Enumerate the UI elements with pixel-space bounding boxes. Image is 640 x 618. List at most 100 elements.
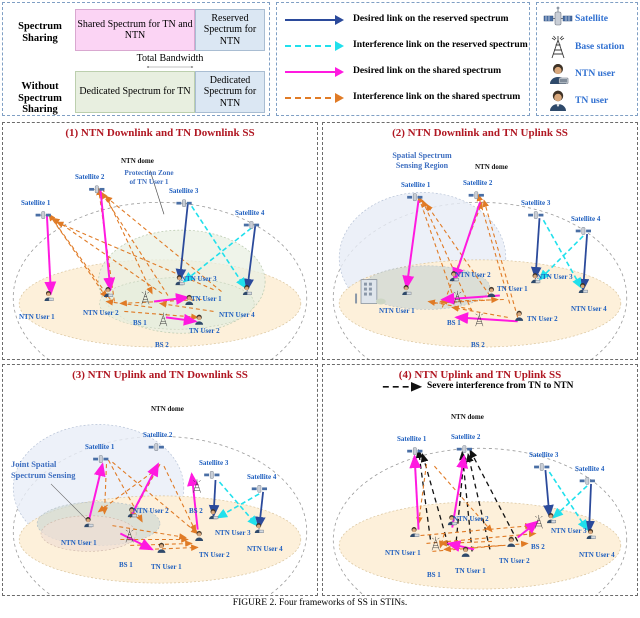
panel-3-label-satellite-3: Satellite 3 (199, 459, 229, 467)
panel-3-label-bs-1: BS 1 (119, 561, 133, 569)
total-bandwidth-label: Total Bandwidth (136, 53, 204, 64)
ss-label-line2: Sharing (22, 32, 58, 44)
link-legend-panel: Desired link on the reserved spectrum In… (276, 2, 530, 116)
panel-4-label-bs-1: BS 1 (427, 571, 441, 579)
spectrum-sharing-row-label: Spectrum Sharing (7, 21, 73, 44)
panel-2-scene (332, 191, 628, 359)
panel-2-label-satellite-2: Satellite 2 (463, 179, 493, 187)
panel-1-zone-line2: of TN User 1 (129, 178, 169, 186)
panel-3-label-ntn-user-3: NTN User 3 (215, 529, 251, 537)
panel-4-label-tn-user-2: TN User 2 (499, 557, 530, 565)
panel-4-label-ntn-user-3: NTN User 3 (551, 527, 587, 535)
panel-3-label-tn-user-2: TN User 2 (199, 551, 230, 559)
dedicated-tn-spectrum-block: Dedicated Spectrum for TN (75, 71, 195, 113)
panel-2-label-bs-2: BS 2 (471, 341, 485, 349)
icon-legend-label-ntn-user: NTN user (575, 68, 616, 79)
panel-4-severe-legend-label: Severe interference from TN to NTN (427, 381, 574, 391)
panel-1-label-satellite-3: Satellite 3 (169, 187, 199, 195)
panel-ntn-downlink-tn-downlink: (1) NTN Downlink and TN Downlink SS NTN … (2, 122, 318, 360)
icon-legend-label-tn-user: TN user (575, 95, 609, 106)
panel-1-dome-label: NTN dome (121, 157, 154, 165)
icon-legend-ntn-user: NTN user (541, 61, 637, 87)
panel-ntn-uplink-tn-uplink: (4) NTN Uplink and TN Uplink SS Severe i… (322, 364, 638, 596)
figure-caption: FIGURE 2. Four frameworks of SS in STINs… (232, 598, 408, 608)
panel-1-label-satellite-1: Satellite 1 (21, 199, 51, 207)
panel-3-dome-label: NTN dome (151, 405, 184, 413)
panel-2-label-ntn-user-3: NTN User 3 (537, 273, 573, 281)
panel-3-zone-label: Joint Spatial Spectrum Sensing (11, 459, 97, 481)
panel-2-label-satellite-4: Satellite 4 (571, 215, 601, 223)
panel-4-label-bs-2: BS 2 (531, 543, 545, 551)
panel-2-label-ntn-user-4: NTN User 4 (571, 305, 607, 313)
panel-ntn-downlink-tn-uplink: (2) NTN Downlink and TN Uplink SS NTN do… (322, 122, 638, 360)
panel-1-label-ntn-user-3: NTN User 3 (181, 275, 217, 283)
shared-spectrum-block: Shared Spectrum for TN and NTN (75, 9, 195, 51)
tn-user-icon (550, 90, 566, 111)
panel-2-label-bs-1: BS 1 (447, 319, 461, 327)
panel-3-label-tn-user-1: TN User 1 (151, 563, 182, 571)
panel-1-label-tn-user-1: TN User 1 (191, 295, 222, 303)
panel-4-label-tn-user-1: TN User 1 (455, 567, 486, 575)
spectrum-sharing-panel: Spectrum Sharing Without Spectrum Sharin… (2, 2, 270, 116)
icon-legend-label-base-station: Base station (575, 41, 625, 52)
legend-item-desired-reserved: Desired link on the reserved spectrum (285, 9, 529, 29)
panel-2-label-satellite-3: Satellite 3 (521, 199, 551, 207)
panel-2-label-ntn-user-2: NTN User 2 (455, 271, 491, 279)
panel-2-zone-line1: Spatial Spectrum (392, 151, 452, 160)
panel-4-label-ntn-user-2: NTN User 2 (453, 515, 489, 523)
legend-label-desired-shared: Desired link on the shared spectrum (353, 65, 502, 76)
panel-3-label-ntn-user-2: NTN User 2 (133, 507, 169, 515)
satellite-glyph (35, 185, 260, 229)
legend-item-interference-shared: Interference link on the shared spectrum (285, 87, 529, 107)
panel-1-label-tn-user-2: TN User 2 (189, 327, 220, 335)
icon-legend-panel: Satellite Base station NTN user TN user (536, 2, 638, 116)
panel-3-label-bs-2: BS 2 (189, 507, 203, 515)
panel-3-zone-line2: Spectrum Sensing (11, 471, 76, 480)
legend-label-interference-shared: Interference link on the shared spectrum (353, 91, 521, 102)
panel-4-label-satellite-2: Satellite 2 (451, 433, 481, 441)
ss-label-line1: Spectrum (18, 21, 62, 32)
panel-4-dome-label: NTN dome (451, 413, 484, 421)
panel-4-label-ntn-user-4: NTN User 4 (579, 551, 615, 559)
icon-legend-tn-user: TN user (541, 88, 637, 114)
panel-1-label-bs-2: BS 2 (155, 341, 169, 349)
panel-1-zone-line1: Protection Zone (124, 169, 174, 177)
without-spectrum-sharing-row-label: Without Spectrum Sharing (7, 81, 73, 116)
icon-legend-label-satellite: Satellite (575, 13, 609, 24)
panel-1-scene (12, 170, 308, 359)
panel-2-zone-line2: Sensing Region (395, 161, 449, 170)
panel-4-label-satellite-4: Satellite 4 (575, 465, 605, 473)
legend-item-interference-reserved: Interference link on the reserved spectr… (285, 35, 529, 55)
panel-1-label-satellite-2: Satellite 2 (75, 173, 105, 181)
ntn-user-icon (550, 64, 569, 84)
panel-3-label-satellite-1: Satellite 1 (85, 443, 115, 451)
panel-2-dome-label: NTN dome (475, 163, 508, 171)
icon-legend-base-station: Base station (541, 34, 637, 60)
panel-4-label-satellite-1: Satellite 1 (397, 435, 427, 443)
figure-page: Spectrum Sharing Without Spectrum Sharin… (0, 0, 640, 618)
panel-2-label-tn-user-1: TN User 1 (497, 285, 528, 293)
panel-2-zone-label: Spatial Spectrum Sensing Region (379, 151, 465, 171)
panel-1-label-ntn-user-4: NTN User 4 (219, 311, 255, 319)
dedicated-ntn-spectrum-block: Dedicated Spectrum for NTN (195, 71, 265, 113)
panel-3-label-satellite-2: Satellite 2 (143, 431, 173, 439)
panel-ntn-uplink-tn-downlink: (3) NTN Uplink and TN Downlink SS NTN do… (2, 364, 318, 596)
panel-3-label-satellite-4: Satellite 4 (247, 473, 277, 481)
panel-1-label-bs-1: BS 1 (133, 319, 147, 327)
panel-2-label-satellite-1: Satellite 1 (401, 181, 431, 189)
panel-3-zone-line1: Joint Spatial (11, 460, 57, 469)
panel-1-label-ntn-user-2: NTN User 2 (83, 309, 119, 317)
panel-2-label-ntn-user-1: NTN User 1 (379, 307, 415, 315)
icon-legend-satellite: Satellite (541, 6, 637, 32)
reserved-spectrum-block: Reserved Spectrum for NTN (195, 9, 265, 51)
panel-3-label-ntn-user-1: NTN User 1 (61, 539, 97, 547)
legend-item-desired-shared: Desired link on the shared spectrum (285, 61, 529, 81)
base-station-icon (551, 35, 565, 59)
panel-1-zone-label: Protection Zone of TN User 1 (111, 169, 187, 187)
satellite-icon (543, 6, 573, 26)
panel-1-label-satellite-4: Satellite 4 (235, 209, 265, 217)
wss-label-line3: Sharing (22, 104, 58, 115)
panel-2-label-tn-user-2: TN User 2 (527, 315, 558, 323)
panel-4-label-ntn-user-1: NTN User 1 (385, 549, 421, 557)
panel-3-label-ntn-user-4: NTN User 4 (247, 545, 283, 553)
